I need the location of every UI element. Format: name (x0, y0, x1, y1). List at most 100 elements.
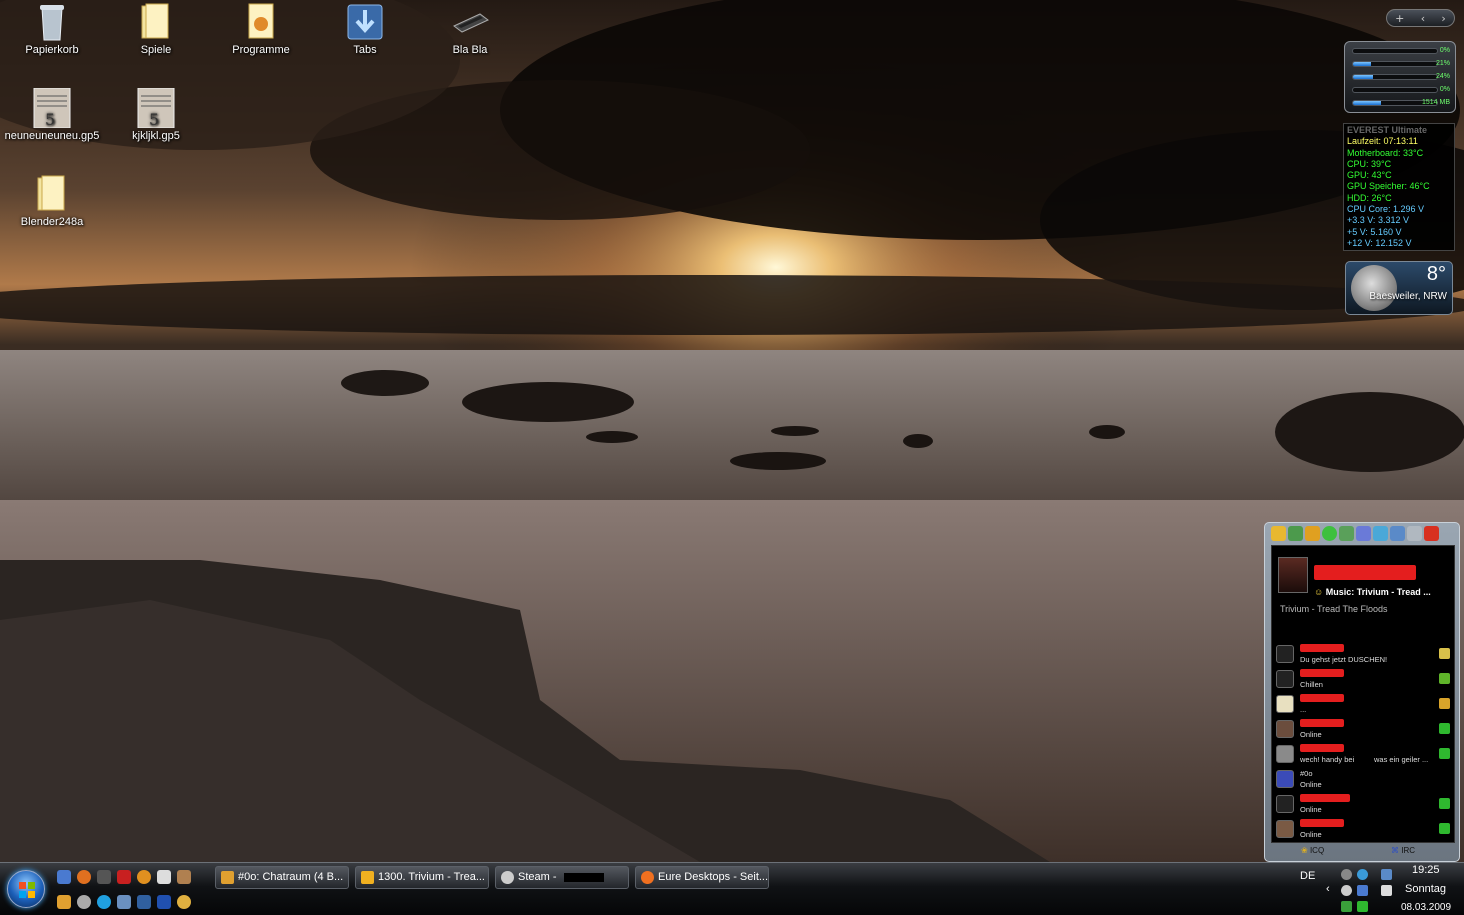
contact-row[interactable]: Online (1276, 792, 1450, 816)
task-label: Eure Desktops - Seit... (658, 871, 769, 883)
task-button-steam[interactable]: Steam - (495, 866, 629, 889)
download-arrow-icon (345, 2, 385, 42)
desktop-icon-label: Programme (232, 44, 290, 56)
tabs-icon[interactable]: Tabs (317, 2, 413, 56)
show-hidden-icons[interactable]: ‹ (1326, 883, 1330, 895)
start-button[interactable] (7, 870, 45, 908)
word-icon[interactable] (157, 895, 171, 909)
irc-icon: ⌘ (1391, 846, 1399, 855)
icq-tabs: ❀ ICQ ⌘ IRC (1265, 844, 1461, 860)
contact-avatar (1276, 745, 1294, 763)
redacted-name (1300, 794, 1350, 802)
desktop-icon-label: Spiele (140, 44, 172, 56)
blender248a-folder-icon[interactable]: Blender248a (4, 174, 100, 228)
contact-row[interactable]: #0o Online (1276, 767, 1450, 791)
settings-icon[interactable] (1390, 525, 1405, 541)
redacted-name (1300, 644, 1344, 652)
tray-icon-3[interactable] (1381, 869, 1392, 880)
shield-icon[interactable] (137, 895, 151, 909)
redacted-name (1300, 669, 1344, 677)
minimize-icon[interactable] (1407, 525, 1422, 541)
contact-row[interactable]: Online (1276, 817, 1450, 841)
tab-icq[interactable]: ❀ ICQ (1301, 846, 1324, 855)
volume-icon[interactable] (1381, 885, 1392, 896)
icq-window[interactable]: ☺ Music: Trivium - Tread ... Trivium - T… (1264, 522, 1460, 862)
tray-icon-1[interactable] (1341, 869, 1352, 880)
task-button-trivium[interactable]: 1300. Trivium - Trea... (355, 866, 489, 889)
contact-status: Online (1300, 730, 1322, 739)
contact-row[interactable]: ... (1276, 692, 1450, 716)
skype-icon[interactable] (97, 895, 111, 909)
show-desktop-icon[interactable] (57, 870, 71, 884)
steam-icon[interactable] (97, 870, 111, 884)
winamp-icon[interactable] (57, 895, 71, 909)
next-arrow-icon[interactable]: › (1441, 12, 1445, 25)
contact-avatar (1276, 720, 1294, 738)
spiele-folder-icon[interactable]: Spiele (108, 2, 204, 56)
contact-status-icon (1439, 798, 1450, 809)
steam-tray-icon[interactable] (1341, 885, 1352, 896)
winamp-icon (361, 871, 374, 884)
contact-row[interactable]: wech! handy bei was ein geiler ... (1276, 742, 1450, 766)
status-icon[interactable] (1322, 525, 1337, 541)
archive-icon[interactable] (177, 870, 191, 884)
info-icon[interactable] (137, 870, 151, 884)
meter-row: 0% (1350, 84, 1450, 97)
everest-reading: +3.3 V: 3.312 V (1347, 215, 1409, 226)
clock-date[interactable]: 08.03.2009 (1401, 902, 1451, 913)
contact-row[interactable]: Online (1276, 717, 1450, 741)
language-indicator[interactable]: DE (1300, 870, 1315, 882)
firefox-icon[interactable] (77, 870, 91, 884)
media-icon[interactable] (157, 870, 171, 884)
contact-row[interactable]: Du gehst jetzt DUSCHEN! (1276, 642, 1450, 666)
smiley-icon: ☺ (1314, 587, 1324, 597)
redacted-name (1300, 719, 1344, 727)
memory-chip-icon (450, 2, 490, 42)
kjkljkl-gp5-icon[interactable]: 5 kjkljkl.gp5 (108, 87, 204, 142)
network-icon[interactable] (1373, 525, 1388, 541)
tab-irc[interactable]: ⌘ IRC (1391, 846, 1415, 855)
tray-icon-5[interactable] (1357, 901, 1368, 912)
blabla-icon[interactable]: Bla Bla (422, 2, 518, 56)
close-icon[interactable] (1424, 525, 1439, 541)
task-label: Steam - (518, 871, 557, 883)
weather-gadget[interactable]: 8° Baesweiler, NRW (1345, 261, 1453, 315)
everest-reading: GPU: 43°C (1347, 170, 1392, 181)
status-message[interactable]: ☺ Music: Trivium - Tread ... (1314, 587, 1431, 597)
contact-avatar (1276, 695, 1294, 713)
meter-row: 1514 MB (1350, 97, 1450, 110)
papierkorb-icon[interactable]: Papierkorb (4, 2, 100, 56)
flower-icon[interactable] (1305, 525, 1320, 541)
contact-row[interactable]: Chillen (1276, 667, 1450, 691)
everest-reading: HDD: 26°C (1347, 192, 1392, 203)
programme-folder-icon[interactable]: Programme (213, 2, 309, 56)
window-icon[interactable] (1356, 525, 1371, 541)
folder-icon (32, 174, 72, 214)
acrobat-icon[interactable] (117, 870, 131, 884)
cpu-meter-gadget[interactable]: 0% 21% 24% 0% 1514 MB (1344, 41, 1456, 113)
icq-toolbar (1265, 523, 1459, 543)
contacts-icon[interactable] (1288, 525, 1303, 541)
contact-status: #0o (1300, 769, 1313, 778)
clock-day[interactable]: Sonntag (1405, 883, 1446, 895)
meter-value: 0% (1439, 86, 1450, 93)
neuneuneuneu-gp5-icon[interactable]: 5 neuneuneuneu.gp5 (4, 87, 100, 142)
everest-gadget[interactable]: EVEREST Ultimate Laufzeit: 07:13:11 Mothe… (1343, 123, 1455, 251)
tray-icon-2[interactable] (1357, 869, 1368, 880)
clock-time[interactable]: 19:25 (1412, 864, 1440, 876)
redacted-name (1300, 819, 1344, 827)
meter-row: 21% (1350, 58, 1450, 71)
contact-status-icon (1439, 673, 1450, 684)
menu-icon[interactable] (1271, 525, 1286, 541)
network-icon[interactable] (117, 895, 131, 909)
network-tray-icon[interactable] (1357, 885, 1368, 896)
previous-arrow-icon[interactable]: ‹ (1421, 12, 1425, 25)
ie-icon[interactable] (77, 895, 91, 909)
task-button-firefox[interactable]: Eure Desktops - Seit... (635, 866, 769, 889)
profile-avatar[interactable] (1278, 557, 1308, 593)
sync-icon[interactable] (1339, 525, 1354, 541)
task-button-chatraum[interactable]: #0o: Chatraum (4 B... (215, 866, 349, 889)
add-gadget-button[interactable]: + (1395, 12, 1404, 25)
tray-icon-4[interactable] (1341, 901, 1352, 912)
gear-icon[interactable] (177, 895, 191, 909)
